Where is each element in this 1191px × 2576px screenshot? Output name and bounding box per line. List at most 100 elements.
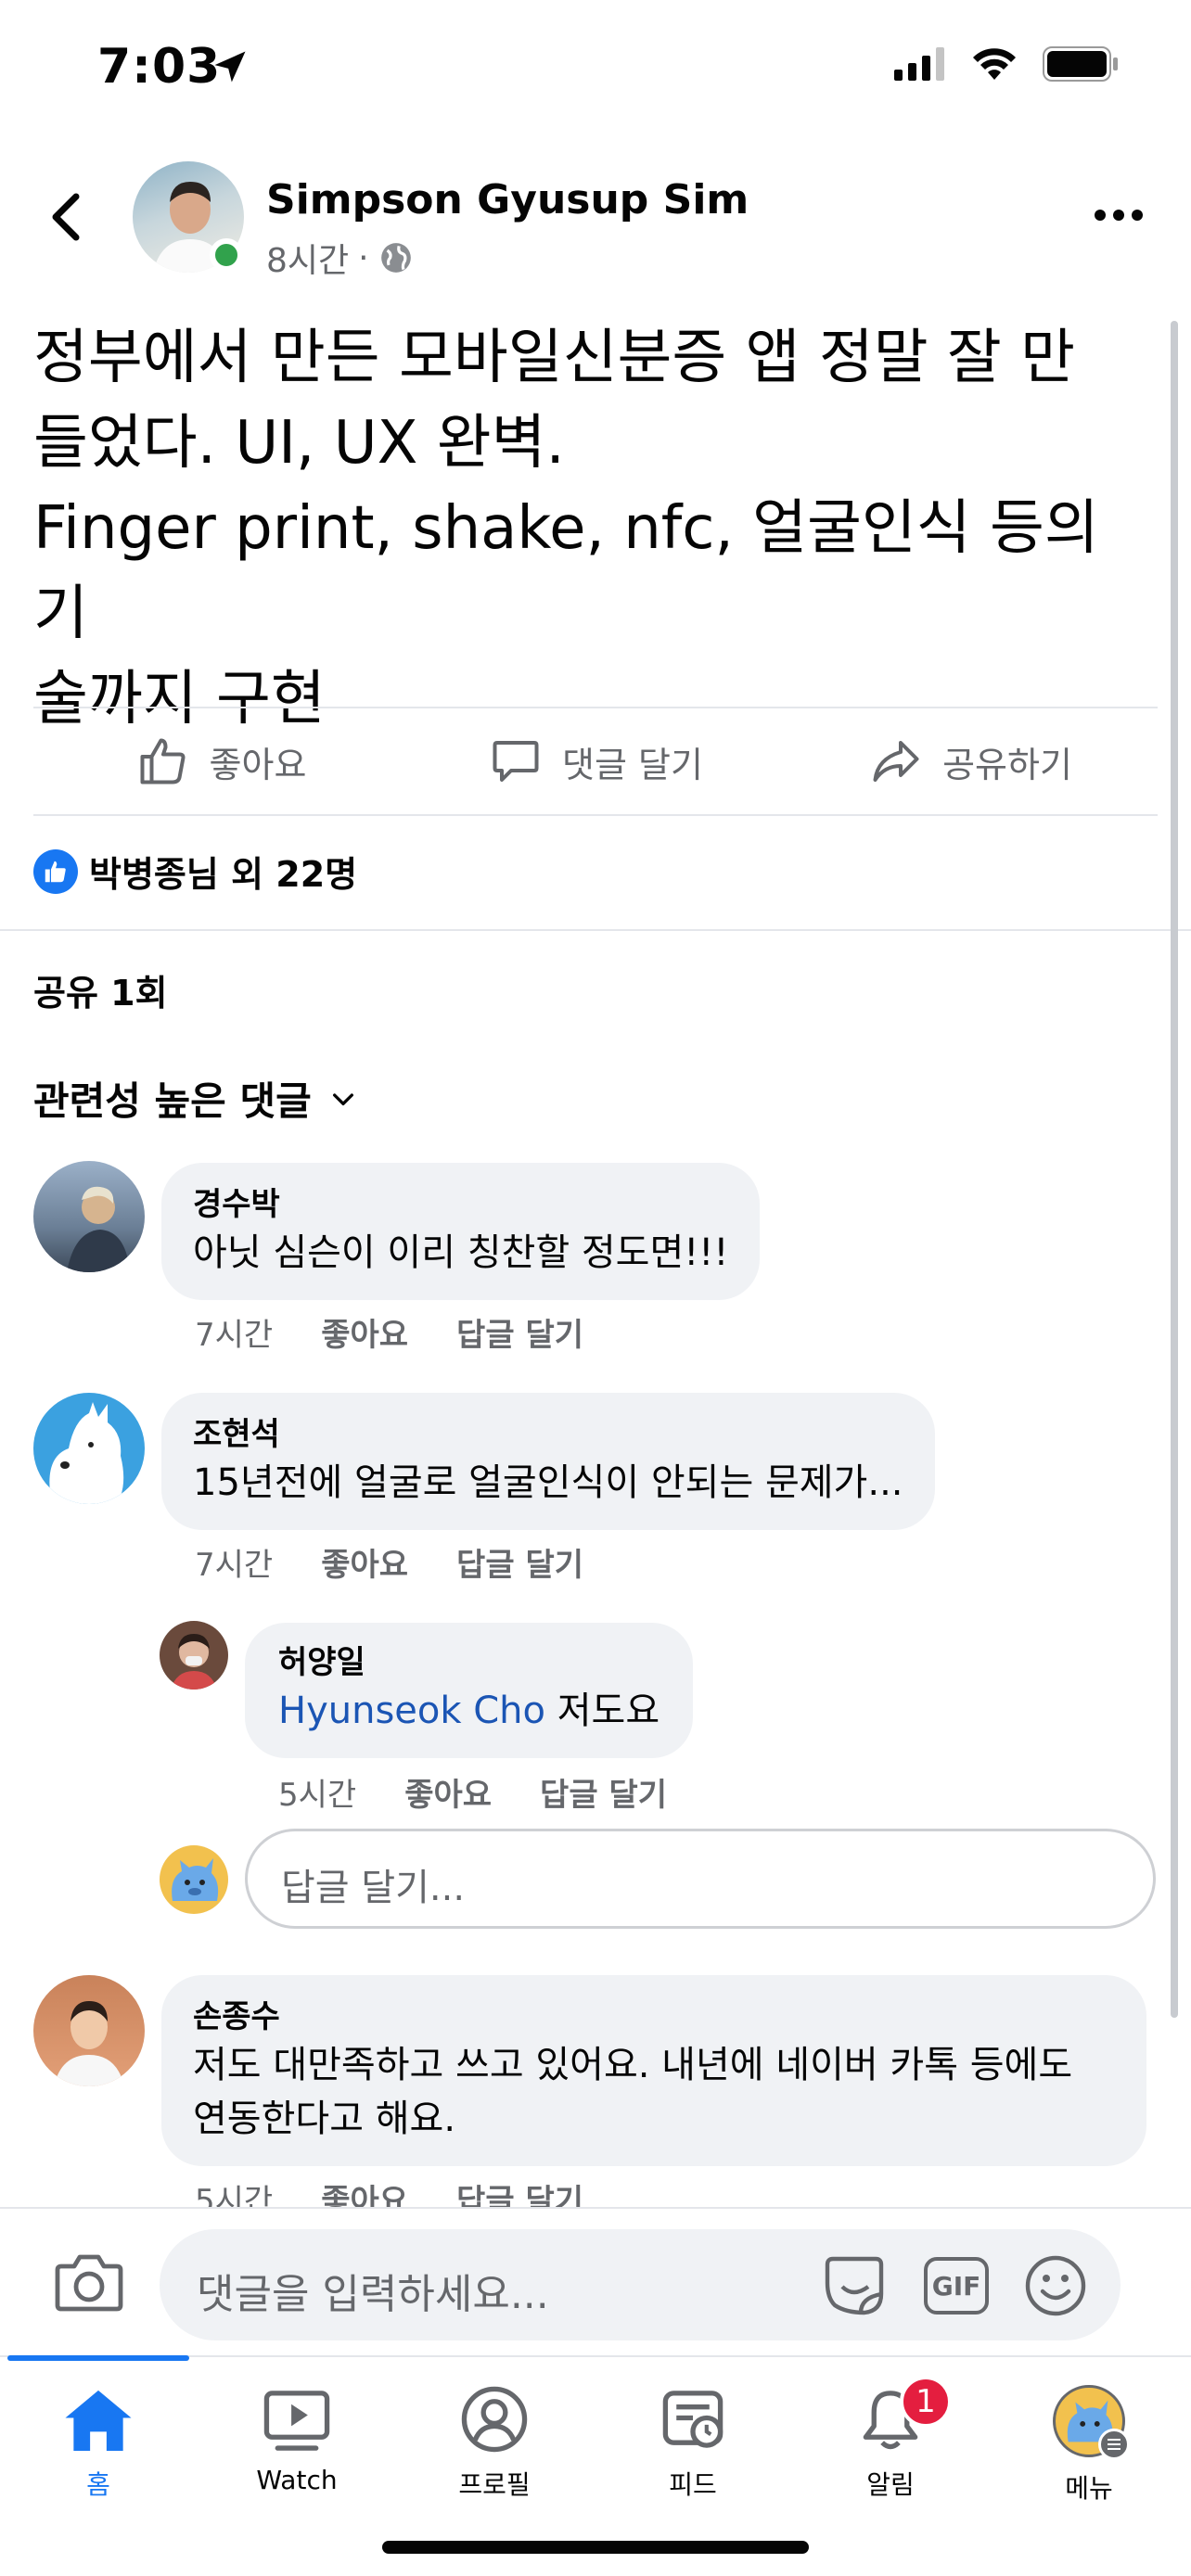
- reply-time[interactable]: 5시간: [278, 1769, 356, 1815]
- commenter-avatar[interactable]: [33, 1975, 145, 2086]
- status-time: 7:03: [97, 39, 222, 95]
- comment-icon: [493, 741, 539, 782]
- home-indicator[interactable]: [382, 2541, 809, 2554]
- comment-label: 댓글 달기: [562, 744, 703, 785]
- tab-label: 프로필: [458, 2469, 531, 2500]
- comment-sort-dropdown[interactable]: 관련성 높은 댓글: [33, 1070, 358, 1127]
- profile-icon: [461, 2386, 528, 2453]
- reply-reply-button[interactable]: 답글 달기: [540, 1769, 667, 1815]
- tab-label: Watch: [256, 2465, 338, 2495]
- comment-button[interactable]: 댓글 달기: [408, 733, 783, 789]
- avatar-image: [67, 1186, 130, 1272]
- active-tab-indicator: [7, 2355, 189, 2361]
- tab-menu[interactable]: 메뉴: [1005, 2385, 1172, 2506]
- avatar-image: [49, 1402, 124, 1504]
- comment-text: 15년전에 얼굴로 얼굴인식이 안되는 문제가...: [193, 1461, 903, 1504]
- post-text-line: 들었다. UI, UX 완벽.: [33, 409, 565, 478]
- shares-count[interactable]: 공유 1회: [33, 964, 168, 1015]
- comment-text-line: 연동한다고 해요.: [193, 2098, 456, 2140]
- home-icon: [65, 2390, 132, 2452]
- post-text-line: 정부에서 만든 모바일신분증 앱 정말 잘 만: [33, 324, 1076, 392]
- gif-button[interactable]: GIF: [924, 2257, 989, 2315]
- comment-bubble[interactable]: 손종수 저도 대만족하고 쓰고 있어요. 내년에 네이버 카톡 등에도 연동한다…: [161, 1975, 1146, 2166]
- menu-avatar: [1053, 2385, 1130, 2460]
- comment-input[interactable]: 댓글을 입력하세요... GIF: [160, 2229, 1121, 2340]
- reply-text: Hyunseok Cho 저도요: [278, 1684, 660, 1738]
- tab-watch[interactable]: Watch: [213, 2385, 380, 2495]
- watch-icon: [263, 2391, 330, 2451]
- tab-notifications[interactable]: 1 알림: [807, 2376, 974, 2502]
- more-options-button[interactable]: [1095, 210, 1143, 221]
- comment-composer: 댓글을 입력하세요... GIF: [0, 2207, 1191, 2355]
- notification-badge: 1: [900, 2376, 952, 2428]
- tab-feed[interactable]: 피드: [609, 2385, 776, 2502]
- divider: [0, 929, 1191, 931]
- share-icon: [873, 741, 919, 782]
- comment-input-placeholder: 댓글을 입력하세요...: [197, 2271, 549, 2318]
- comment-bubble[interactable]: 경수박 아닛 심슨이 이리 칭찬할 정도면!!!: [161, 1163, 761, 1300]
- mention-link[interactable]: Hyunseok Cho: [278, 1690, 545, 1732]
- reply-meta: 5시간 좋아요 답글 달기: [278, 1769, 667, 1815]
- commenter-name[interactable]: 손종수: [193, 1996, 1115, 2038]
- status-bar: 7:03: [0, 0, 1191, 139]
- avatar-image: [172, 1858, 219, 1901]
- replier-name[interactable]: 허양일: [278, 1641, 660, 1684]
- comment-meta: 7시간 좋아요 답글 달기: [195, 1309, 583, 1355]
- comment-text: 아닛 심슨이 이리 칭찬할 정도면!!!: [193, 1231, 729, 1274]
- sticker-icon[interactable]: [820, 2253, 889, 2318]
- status-icons: [894, 46, 1119, 82]
- post-header: Simpson Gyusup Sim 8시간 ·: [0, 159, 1191, 280]
- camera-icon[interactable]: [54, 2251, 124, 2313]
- comment-time[interactable]: 7시간: [195, 1309, 273, 1355]
- tab-profile[interactable]: 프로필: [411, 2385, 578, 2502]
- menu-lines-icon: [1098, 2429, 1130, 2460]
- comment-meta: 7시간 좋아요 답글 달기: [195, 1539, 583, 1585]
- my-avatar: [160, 1845, 228, 1914]
- signal-icon: [894, 47, 944, 81]
- comment-text-line: 저도 대만족하고 쓰고 있어요. 내년에 네이버 카톡 등에도: [193, 2044, 1073, 2086]
- like-label: 좋아요: [209, 744, 307, 785]
- battery-icon: [1043, 46, 1118, 82]
- post-text-line: Finger print, shake, nfc, 얼굴인식 등의 기: [33, 494, 1099, 648]
- author-name[interactable]: Simpson Gyusup Sim: [266, 176, 749, 223]
- gif-label: GIF: [931, 2270, 981, 2302]
- commenter-avatar[interactable]: [33, 1393, 145, 1504]
- post-time[interactable]: 8시간: [266, 234, 349, 282]
- composer-icons: GIF: [820, 2253, 1087, 2318]
- post-meta: 8시간 ·: [266, 234, 414, 282]
- scrollbar[interactable]: [1171, 321, 1178, 2018]
- reply-like-button[interactable]: 좋아요: [404, 1769, 492, 1815]
- like-reaction-icon: [33, 848, 78, 894]
- avatar-image: [171, 1634, 217, 1690]
- reply-bubble[interactable]: 허양일 Hyunseok Cho 저도요: [245, 1623, 694, 1758]
- post-text: 정부에서 만든 모바일신분증 앱 정말 잘 만 들었다. UI, UX 완벽. …: [33, 315, 1146, 742]
- commenter-name[interactable]: 경수박: [193, 1183, 728, 1226]
- comment-reply-button[interactable]: 답글 달기: [456, 1309, 583, 1355]
- tab-label: 알림: [866, 2469, 915, 2500]
- share-label: 공유하기: [942, 744, 1072, 785]
- post-action-bar: 좋아요 댓글 달기 공유하기: [33, 708, 1158, 814]
- emoji-icon[interactable]: [1024, 2254, 1087, 2317]
- commenter-name[interactable]: 조현석: [193, 1413, 903, 1456]
- replier-avatar[interactable]: [160, 1621, 228, 1690]
- commenter-avatar[interactable]: [33, 1161, 145, 1272]
- tab-label: 메뉴: [1065, 2473, 1113, 2504]
- location-arrow-icon: [214, 51, 246, 83]
- meta-separator: ·: [358, 238, 369, 277]
- feed-icon: [662, 2391, 724, 2448]
- reactions-summary[interactable]: 박병종님 외 22명: [33, 846, 357, 897]
- comment-like-button[interactable]: 좋아요: [321, 1539, 408, 1585]
- comment-bubble[interactable]: 조현석 15년전에 얼굴로 얼굴인식이 안되는 문제가...: [161, 1393, 935, 1530]
- comment-time[interactable]: 7시간: [195, 1539, 273, 1585]
- reply-input[interactable]: 답글 달기...: [245, 1829, 1156, 1929]
- tab-home[interactable]: 홈: [15, 2385, 182, 2502]
- comment-like-button[interactable]: 좋아요: [321, 1309, 408, 1355]
- tab-label: 피드: [669, 2469, 717, 2500]
- back-button[interactable]: [45, 189, 91, 245]
- like-button[interactable]: 좋아요: [33, 733, 408, 789]
- globe-icon: [380, 243, 411, 273]
- comment-reply-button[interactable]: 답글 달기: [456, 1539, 583, 1585]
- wifi-icon: [973, 48, 1016, 80]
- reply-text-body: 저도요: [545, 1690, 660, 1732]
- share-button[interactable]: 공유하기: [783, 733, 1158, 789]
